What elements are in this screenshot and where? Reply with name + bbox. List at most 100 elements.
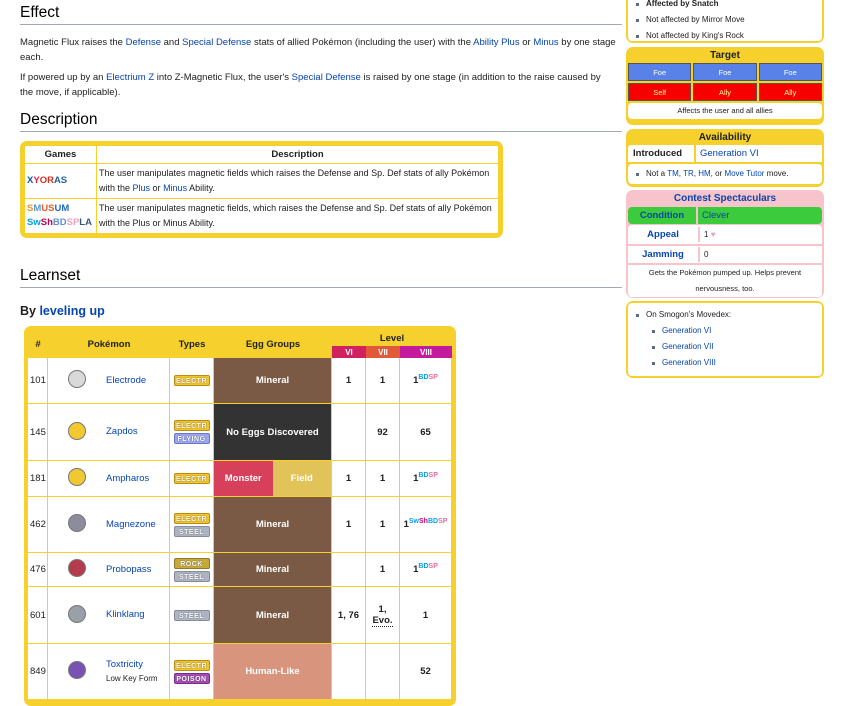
pokemon-name-link[interactable]: Electrode <box>106 375 146 386</box>
game-abbreviation[interactable]: Sw <box>409 518 419 525</box>
pokemon-name-cell: Ampharos <box>106 461 170 497</box>
type-badge[interactable]: ELECTR <box>173 512 210 524</box>
egg-group[interactable]: Monster <box>214 461 273 496</box>
target-row-allies: Self Ally Ally <box>628 83 822 101</box>
level-gen-vi <box>332 404 366 461</box>
egg-group[interactable]: Mineral <box>214 358 331 403</box>
game-abbreviation[interactable]: OR <box>40 175 54 186</box>
game-abbreviation[interactable]: SP <box>67 217 80 228</box>
egg-group[interactable]: Field <box>272 461 331 496</box>
type-badge[interactable]: ELECTR <box>173 659 210 671</box>
pokemon-name-link[interactable]: Toxtricity <box>106 659 143 670</box>
game-abbreviation[interactable]: SP <box>429 374 438 381</box>
game-abbreviation[interactable]: BD <box>418 472 428 479</box>
level-value: 52 <box>420 666 431 677</box>
col-gen-viii: VIII <box>400 346 452 358</box>
plus-link[interactable]: Plus <box>133 183 151 193</box>
game-abbreviation[interactable]: Sh <box>419 518 428 525</box>
pokemon-types: ELECTR <box>170 358 214 404</box>
game-abbreviation[interactable]: BD <box>418 563 428 570</box>
col-description: Description <box>96 145 499 164</box>
egg-group[interactable]: Mineral <box>214 587 331 643</box>
pokemon-name-link[interactable]: Magnezone <box>106 519 156 530</box>
egg-group[interactable]: Mineral <box>214 497 331 552</box>
pokemon-name-link[interactable]: Zapdos <box>106 426 138 437</box>
special-defense-link[interactable]: Special Defense <box>182 37 251 48</box>
pokemon-name-link[interactable]: Ampharos <box>106 473 149 484</box>
game-abbreviation[interactable]: AS <box>54 175 67 186</box>
egg-group[interactable]: Mineral <box>214 553 331 586</box>
move-flags-list: Affected by Snatch Not affected by Mirror… <box>628 0 822 44</box>
type-badge[interactable]: STEEL <box>173 609 210 621</box>
game-abbreviation[interactable]: US <box>41 203 54 214</box>
minus-link[interactable]: Minus <box>163 183 187 193</box>
game-abbreviation[interactable]: BD <box>53 217 67 228</box>
smogon-links: Generation VI Generation VII Generation VI… <box>628 323 822 371</box>
contest-title-link[interactable]: Contest Spectaculars <box>628 192 822 206</box>
type-badge[interactable]: ELECTR <box>173 473 210 484</box>
introduced-generation-link[interactable]: Generation VI <box>694 145 822 162</box>
pokemon-name-link[interactable]: Klinklang <box>106 609 145 620</box>
electrium-z-link[interactable]: Electrium Z <box>106 72 154 83</box>
special-defense-link-2[interactable]: Special Defense <box>292 72 361 83</box>
type-badge[interactable]: ELECTR <box>173 375 210 386</box>
tr-link[interactable]: TR <box>683 169 694 178</box>
defense-link[interactable]: Defense <box>126 37 161 48</box>
hm-link[interactable]: HM <box>698 169 710 178</box>
type-badge[interactable]: POISON <box>173 672 210 684</box>
game-abbreviation[interactable]: BD <box>418 374 428 381</box>
pokemon-name-cell: Electrode <box>106 358 170 404</box>
pokemon-name-cell: Klinklang <box>106 587 170 644</box>
type-badge[interactable]: ELECTR <box>173 420 210 431</box>
dex-number: 476 <box>28 553 48 587</box>
move-flag-item: Affected by Snatch <box>636 0 822 12</box>
pokemon-types: ELECTR STEEL <box>170 497 214 553</box>
minus-ability-link[interactable]: Minus <box>533 37 558 48</box>
target-foe-1: Foe <box>628 63 692 81</box>
col-number: # <box>28 330 48 358</box>
condition-value[interactable]: Clever <box>696 207 822 224</box>
egg-groups: Mineral <box>214 497 332 553</box>
smogon-generation-link[interactable]: Generation VIII <box>662 358 716 367</box>
appeal-label[interactable]: Appeal <box>628 226 698 243</box>
level-gen-viii: 1 <box>400 587 452 644</box>
description-text: The user manipulates magnetic fields, wh… <box>96 198 499 234</box>
game-abbreviation[interactable]: BD <box>428 518 438 525</box>
pokemon-sprite <box>48 587 106 644</box>
condition-label[interactable]: Condition <box>628 207 696 224</box>
target-row-foes: Foe Foe Foe <box>628 63 822 81</box>
move-tutor-link[interactable]: Move Tutor <box>724 169 764 178</box>
type-badge[interactable]: STEEL <box>173 570 210 582</box>
level-gen-vi <box>332 644 366 700</box>
plus-ability-link[interactable]: Ability Plus <box>473 37 519 48</box>
game-abbreviation[interactable]: SP <box>429 472 438 479</box>
availability-notes: Not a TM, TR, HM, or Move Tutor move. <box>628 164 822 184</box>
target-self: Self <box>628 83 692 101</box>
game-abbreviation[interactable]: UM <box>54 203 69 214</box>
game-abbreviation[interactable]: LA <box>79 217 92 228</box>
egg-group[interactable]: No Eggs Discovered <box>214 404 331 460</box>
game-abbreviation[interactable]: Sw <box>27 217 41 228</box>
pokemon-form: Low Key Form <box>106 673 158 683</box>
evolution-abbr: Evo. <box>372 615 393 627</box>
type-badge[interactable]: ROCK <box>173 557 210 569</box>
smogon-generation-link[interactable]: Generation VII <box>662 342 714 351</box>
type-badge[interactable]: STEEL <box>173 525 210 537</box>
type-badge[interactable]: FLYING <box>173 433 210 444</box>
pokemon-types: ELECTR POISON <box>170 644 214 700</box>
level-gen-vii: 92 <box>366 404 400 461</box>
smogon-generation-link[interactable]: Generation VI <box>662 326 711 335</box>
pokemon-types: ROCK STEEL <box>170 553 214 587</box>
level-gen-vi: 1 <box>332 358 366 404</box>
game-abbreviation[interactable]: SP <box>438 518 447 525</box>
games-smusum-swshbdspla: SMUSUM SwShBDSPLA <box>24 198 97 234</box>
game-abbreviation[interactable]: Sh <box>41 217 53 228</box>
pokemon-name-link[interactable]: Probopass <box>106 564 151 575</box>
tm-link[interactable]: TM <box>667 169 679 178</box>
leveling-up-link[interactable]: leveling up <box>39 304 104 318</box>
jamming-label[interactable]: Jamming <box>628 246 698 263</box>
by-leveling-up-heading: By leveling up <box>20 304 105 318</box>
egg-group[interactable]: Human-Like <box>214 644 331 699</box>
level-value: 92 <box>377 426 388 438</box>
game-abbreviation[interactable]: SP <box>429 563 438 570</box>
